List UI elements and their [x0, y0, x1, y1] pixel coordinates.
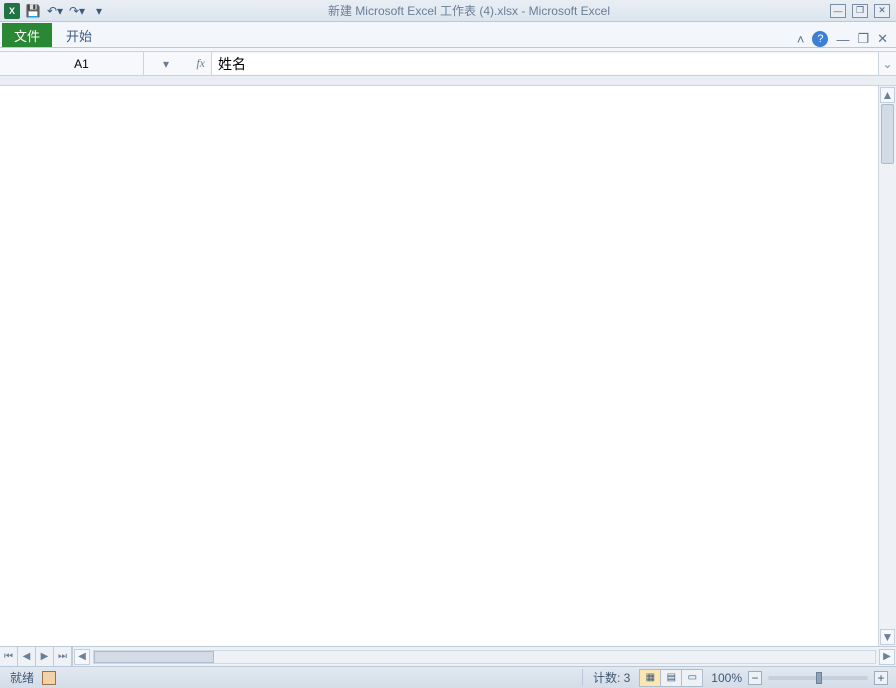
formula-input[interactable] — [212, 54, 878, 74]
file-tab[interactable]: 文件 — [2, 23, 52, 47]
scroll-left-icon[interactable]: ◀ — [74, 649, 90, 665]
ribbon-tab-0[interactable]: 开始 — [52, 23, 106, 47]
name-box-input[interactable] — [0, 57, 163, 71]
scroll-right-icon[interactable]: ▶ — [879, 649, 895, 665]
vscroll-thumb[interactable] — [881, 104, 894, 164]
formula-buttons: fx — [144, 52, 212, 75]
status-ready: 就绪 — [10, 669, 34, 686]
help-icon[interactable]: ? — [812, 31, 828, 47]
excel-icon: X — [4, 3, 20, 19]
status-count: 计数: 3 — [582, 669, 640, 686]
status-bar: 就绪 计数: 3 ▦ ▤ ▭ 100% − + — [0, 666, 896, 688]
zoom-slider[interactable] — [768, 676, 868, 680]
hscroll-track[interactable] — [93, 650, 876, 664]
qat-dropdown-icon[interactable]: ▾ — [90, 2, 108, 20]
sheet-nav-next-icon[interactable]: ▶ — [36, 647, 54, 666]
formula-bar: ▾ fx ⌄ — [0, 52, 896, 76]
zoom-knob[interactable] — [816, 672, 822, 684]
restore-button[interactable]: ❐ — [852, 4, 868, 18]
hscroll-thumb[interactable] — [94, 651, 214, 663]
sheet-nav-last-icon[interactable]: ⏭ — [54, 647, 72, 666]
ribbon-collapse-icon[interactable]: ˄ — [797, 32, 805, 47]
view-layout-icon[interactable]: ▤ — [660, 669, 682, 687]
undo-icon[interactable]: ↶▾ — [46, 2, 64, 20]
grid-area: ▲ ▼ — [0, 86, 896, 646]
ribbon-tabs: 文件 开始 ˄ ? — ❐ ✕ — [0, 22, 896, 48]
zoom-control: 100% − + — [703, 671, 896, 685]
view-pagebreak-icon[interactable]: ▭ — [681, 669, 703, 687]
sheet-nav-prev-icon[interactable]: ◀ — [18, 647, 36, 666]
window-title: 新建 Microsoft Excel 工作表 (4).xlsx - Micros… — [108, 2, 830, 19]
vscroll-track[interactable] — [879, 104, 896, 628]
quick-access-toolbar: X 💾 ↶▾ ↷▾ ▾ — [0, 2, 108, 20]
scroll-down-icon[interactable]: ▼ — [880, 629, 895, 645]
mdi-restore-icon[interactable]: ❐ — [857, 31, 869, 47]
sheet-tab-bar: ⏮ ◀ ▶ ⏭ ◀ ▶ — [0, 646, 896, 666]
minimize-button[interactable]: — — [830, 4, 846, 18]
zoom-in-icon[interactable]: + — [874, 671, 888, 685]
horizontal-scrollbar[interactable]: ◀ ▶ — [72, 647, 896, 666]
formula-expand-icon[interactable]: ⌄ — [878, 52, 896, 75]
view-normal-icon[interactable]: ▦ — [639, 669, 661, 687]
view-switcher: ▦ ▤ ▭ — [640, 669, 703, 687]
vertical-scrollbar[interactable]: ▲ ▼ — [878, 86, 896, 646]
mdi-minimize-icon[interactable]: — — [836, 32, 849, 47]
mdi-close-icon[interactable]: ✕ — [877, 31, 888, 47]
redo-icon[interactable]: ↷▾ — [68, 2, 86, 20]
grid-top-spacer — [0, 76, 896, 86]
sheet-nav: ⏮ ◀ ▶ ⏭ — [0, 647, 72, 666]
name-box[interactable]: ▾ — [0, 52, 144, 75]
sheet-nav-first-icon[interactable]: ⏮ — [0, 647, 18, 666]
scroll-up-icon[interactable]: ▲ — [880, 87, 895, 103]
zoom-level[interactable]: 100% — [711, 671, 742, 685]
save-icon[interactable]: 💾 — [24, 2, 42, 20]
macro-record-icon[interactable] — [42, 671, 56, 685]
zoom-out-icon[interactable]: − — [748, 671, 762, 685]
fx-icon[interactable]: fx — [196, 56, 205, 71]
close-button[interactable]: ✕ — [874, 4, 890, 18]
window-controls: — ❐ ✕ — [830, 4, 896, 18]
title-bar: X 💾 ↶▾ ↷▾ ▾ 新建 Microsoft Excel 工作表 (4).x… — [0, 0, 896, 22]
